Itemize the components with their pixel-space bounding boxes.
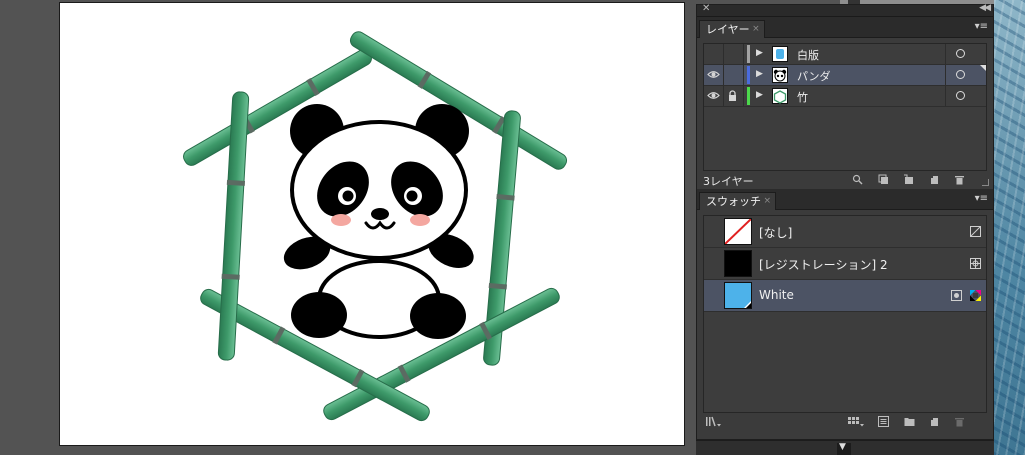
lock-toggle[interactable]: [724, 65, 744, 85]
cmyk-icon: [970, 290, 981, 301]
expand-triangle-icon[interactable]: ▶: [756, 69, 763, 79]
dock-bottom-strip: ▼: [696, 440, 994, 455]
clipping-mask-icon[interactable]: [878, 174, 889, 185]
layers-footer: 3レイヤー: [697, 171, 993, 189]
panda-left-leg: [291, 292, 347, 338]
swatch-chip-registration: [724, 250, 752, 277]
panda-bamboo-artwork[interactable]: [60, 3, 686, 447]
dock-title-bar[interactable]: ✕ ◀◀: [697, 3, 993, 17]
panda: [283, 104, 474, 339]
registration-icon: [970, 258, 981, 269]
swatch-options-icon[interactable]: [878, 416, 889, 427]
tab-close-icon[interactable]: ×: [752, 21, 760, 38]
expand-triangle-icon[interactable]: ▶: [756, 48, 763, 58]
layer-name[interactable]: パンダ: [797, 68, 831, 84]
swatch-list: [なし] [レジストレーション] 2 White: [703, 215, 987, 413]
swatch-chip-white: [724, 282, 752, 309]
layer-count: 3レイヤー: [703, 175, 754, 188]
expand-triangle-icon[interactable]: ▶: [756, 90, 763, 100]
swatch-row-none[interactable]: [なし]: [704, 216, 986, 248]
swatch-name: White: [759, 288, 794, 302]
spot-color-icon: [951, 290, 962, 301]
close-icon[interactable]: ✕: [702, 3, 710, 14]
layer-thumbnail: [772, 88, 788, 104]
desktop-background: [994, 0, 1025, 455]
layer-row-panda[interactable]: ▶ パンダ: [704, 65, 986, 86]
selection-indicator: [980, 65, 986, 71]
artboard[interactable]: [59, 2, 685, 446]
target-circle-icon[interactable]: [956, 70, 965, 79]
layer-row-bamboo[interactable]: ▶ 竹: [704, 86, 986, 107]
trash-icon[interactable]: [954, 174, 965, 185]
visibility-toggle[interactable]: [704, 86, 724, 106]
layer-thumbnail: [772, 46, 788, 62]
resize-grip[interactable]: [982, 179, 989, 186]
new-color-group-icon[interactable]: [904, 416, 915, 427]
show-kinds-icon[interactable]: [848, 416, 864, 427]
layer-row-shiroban[interactable]: ▶ 白版: [704, 44, 986, 65]
swatch-name: [なし]: [759, 226, 793, 240]
search-icon[interactable]: [852, 174, 863, 185]
eye-icon: [707, 71, 720, 78]
panda-right-cheek: [410, 214, 430, 226]
swatches-footer: [697, 413, 993, 431]
layer-name[interactable]: 白版: [797, 47, 819, 63]
layer-color-indicator: [747, 66, 750, 84]
swatch-library-icon[interactable]: [705, 416, 721, 427]
new-sublayer-icon[interactable]: [903, 174, 914, 185]
target-circle-icon[interactable]: [956, 49, 965, 58]
panda-left-cheek: [331, 214, 351, 226]
none-swatch-icon: [970, 226, 981, 237]
layer-color-indicator: [747, 45, 750, 63]
tab-swatches-label: スウォッチ: [706, 195, 761, 208]
target-circle-icon[interactable]: [956, 91, 965, 100]
lock-toggle[interactable]: [724, 44, 744, 64]
new-layer-icon[interactable]: [929, 174, 940, 185]
layers-tabbar: レイヤー × ▾≡: [697, 17, 993, 38]
layer-thumbnail: [772, 67, 788, 83]
layers-list: ▶ 白版 ▶ パンダ ▶ 竹: [703, 43, 987, 171]
panda-right-leg: [410, 293, 466, 339]
swatch-chip-none: [724, 218, 752, 245]
tab-swatches[interactable]: スウォッチ ×: [699, 192, 776, 210]
lock-icon: [729, 90, 736, 101]
new-swatch-icon[interactable]: [929, 416, 940, 427]
trash-icon[interactable]: [954, 416, 965, 427]
tab-close-icon[interactable]: ×: [763, 193, 771, 210]
swatches-tabbar: スウォッチ × ▾≡: [697, 189, 993, 210]
panel-menu-icon[interactable]: ▾≡: [975, 21, 988, 32]
panda-nose: [371, 208, 389, 220]
swatch-row-white[interactable]: White: [704, 280, 986, 312]
swatch-name: [レジストレーション] 2: [759, 258, 888, 272]
layer-name[interactable]: 竹: [797, 89, 808, 105]
panel-dock: ✕ ◀◀ レイヤー × ▾≡ ▶ 白版 ▶ パンダ ▶ 竹 3レイヤー スウォッ…: [696, 3, 994, 440]
swatch-row-registration[interactable]: [レジストレーション] 2: [704, 248, 986, 280]
lock-toggle[interactable]: [724, 86, 744, 106]
layer-color-indicator: [747, 87, 750, 105]
panel-menu-icon[interactable]: ▾≡: [975, 193, 988, 204]
dock-drop-toggle[interactable]: ▼: [837, 442, 851, 455]
visibility-toggle[interactable]: [704, 65, 724, 85]
collapse-panels-icon[interactable]: ◀◀: [979, 3, 991, 13]
visibility-toggle[interactable]: [704, 44, 724, 64]
tab-layers-label: レイヤー: [706, 23, 750, 36]
eye-icon: [707, 92, 720, 99]
chevron-down-icon: ▼: [839, 442, 846, 452]
tab-layers[interactable]: レイヤー ×: [699, 20, 765, 38]
